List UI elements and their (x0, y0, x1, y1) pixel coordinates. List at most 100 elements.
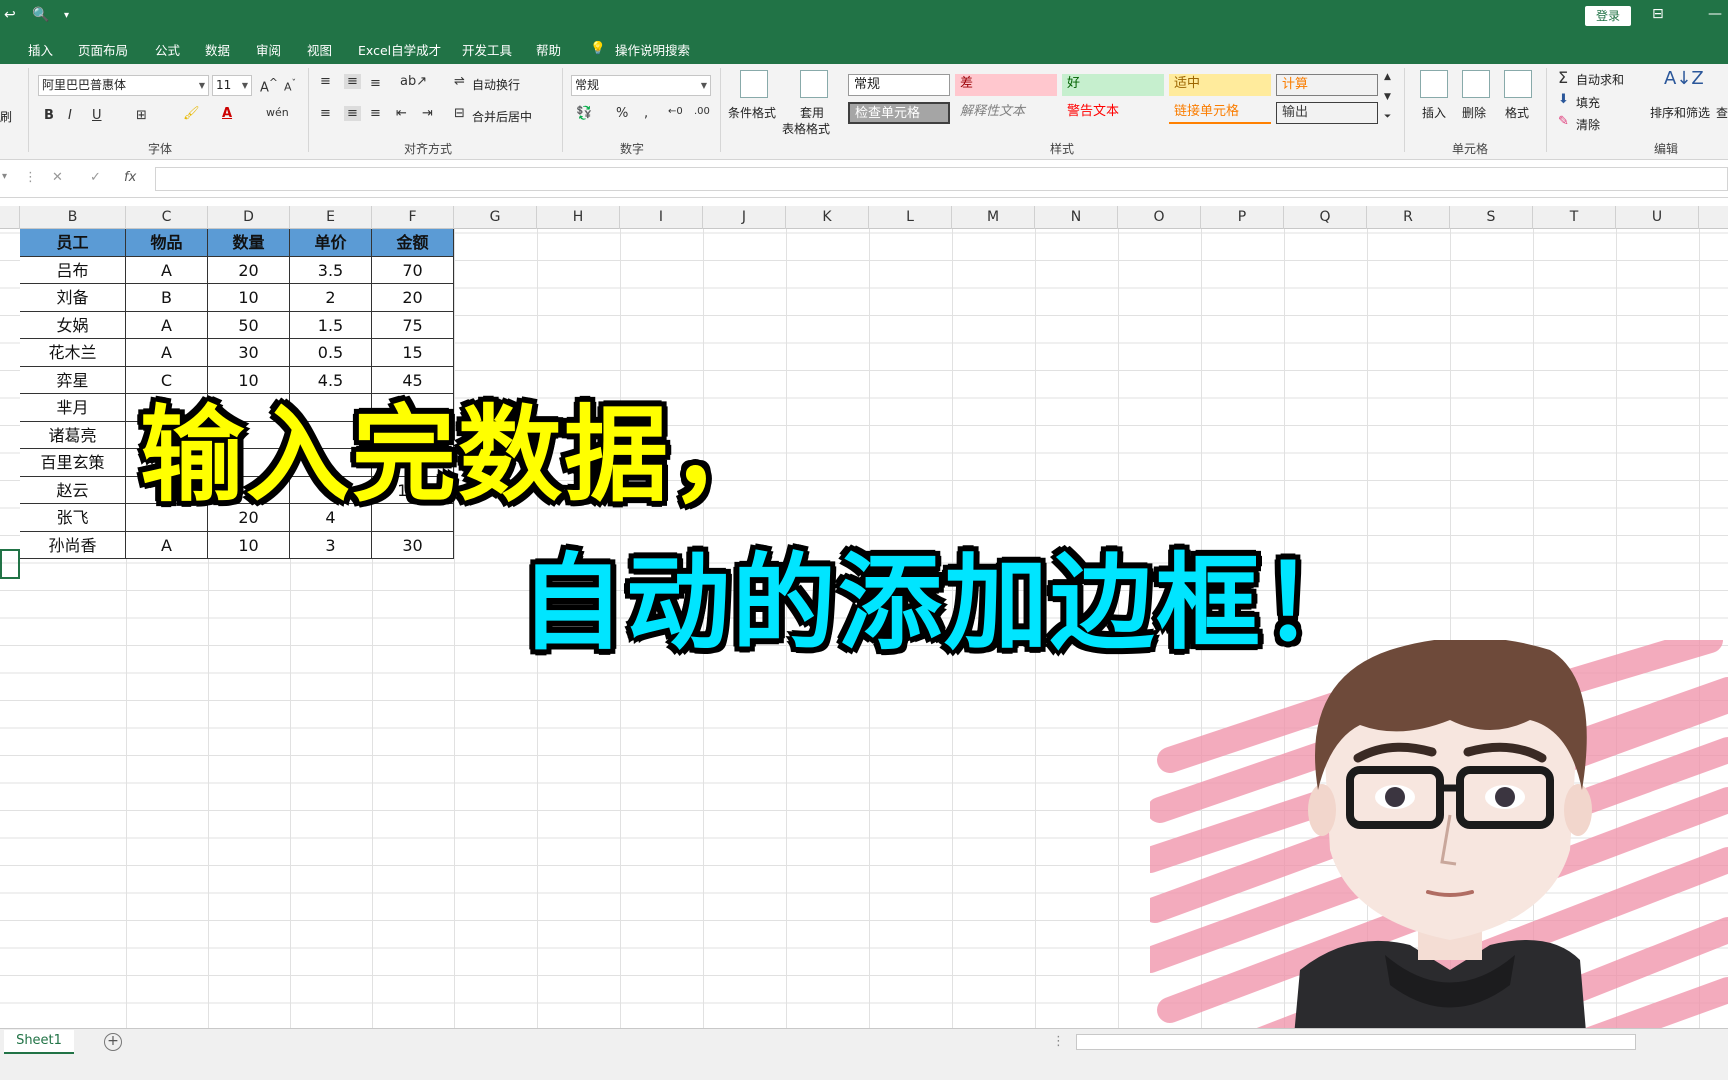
format-painter-label-partial[interactable]: 刷 (0, 108, 12, 125)
wrap-text-button[interactable]: 自动换行 (472, 76, 520, 93)
decrease-font-icon[interactable]: Aˇ (284, 78, 296, 94)
tab-developer[interactable]: 开发工具 (462, 40, 512, 59)
formula-input[interactable] (155, 167, 1728, 191)
column-header[interactable]: T (1533, 206, 1616, 229)
table-header-cell[interactable]: 金额 (372, 229, 454, 257)
table-cell[interactable]: 3 (290, 531, 372, 559)
fill-button[interactable]: 填充 (1576, 94, 1600, 111)
eraser-icon[interactable]: ✎ (1558, 114, 1569, 129)
table-cell[interactable]: 赵云 (20, 476, 126, 504)
align-top-icon[interactable]: ≡ (320, 74, 331, 89)
align-right-icon[interactable]: ≡ (370, 106, 381, 121)
sort-filter-icon[interactable]: A↓Z (1664, 68, 1704, 89)
minimize-icon[interactable]: — (1708, 6, 1722, 22)
align-center-icon[interactable]: ≡ (344, 106, 361, 121)
autosum-button[interactable]: 自动求和 (1576, 71, 1624, 88)
merge-icon[interactable]: ⊟ (454, 106, 465, 121)
column-header[interactable]: S (1450, 206, 1533, 229)
table-cell[interactable]: 10 (208, 284, 290, 312)
table-cell[interactable]: 刘备 (20, 284, 126, 312)
table-cell[interactable]: 1.5 (290, 311, 372, 339)
tab-insert[interactable]: 插入 (28, 40, 53, 59)
tab-view[interactable]: 视图 (307, 40, 332, 59)
format-cells-button[interactable]: 格式 (1505, 104, 1529, 121)
styles-scroll-up-icon[interactable]: ▲ (1384, 72, 1391, 82)
column-header[interactable]: P (1201, 206, 1284, 229)
border-icon[interactable]: ⊞ (136, 108, 147, 123)
column-header[interactable]: B (20, 206, 126, 229)
enter-icon[interactable]: ✓ (90, 170, 101, 185)
column-header[interactable]: D (208, 206, 290, 229)
resize-handle-icon[interactable]: ⋮ (24, 170, 37, 185)
column-header[interactable]: C (126, 206, 208, 229)
increase-decimal-icon[interactable]: ←0 (668, 106, 683, 117)
table-cell[interactable]: 20 (372, 284, 454, 312)
undo-icon[interactable]: ↩ (4, 7, 16, 23)
table-cell[interactable]: A (126, 311, 208, 339)
conditional-format-button[interactable]: 条件格式 (728, 104, 776, 121)
column-header-a-partial[interactable] (0, 206, 20, 229)
table-cell[interactable]: 张飞 (20, 504, 126, 532)
column-header[interactable]: G (454, 206, 537, 229)
add-sheet-button[interactable]: + (104, 1033, 122, 1051)
table-cell[interactable]: 孙尚香 (20, 531, 126, 559)
increase-indent-icon[interactable]: ⇥ (422, 106, 433, 121)
table-cell[interactable]: 弈星 (20, 366, 126, 394)
italic-icon[interactable]: I (68, 108, 72, 123)
table-cell[interactable]: 70 (372, 256, 454, 284)
table-cell[interactable]: A (126, 256, 208, 284)
comma-icon[interactable]: , (644, 106, 648, 121)
font-color-icon[interactable]: A (222, 106, 232, 121)
phonetic-icon[interactable]: wén (266, 106, 289, 119)
column-header[interactable]: Q (1284, 206, 1367, 229)
number-format-select[interactable]: 常规 ▼ (571, 75, 711, 96)
tab-review[interactable]: 审阅 (256, 40, 281, 59)
column-header[interactable]: E (290, 206, 372, 229)
style-output[interactable]: 输出 (1276, 102, 1378, 124)
sheet-tab[interactable]: Sheet1 (4, 1030, 74, 1054)
percent-icon[interactable]: % (616, 106, 628, 121)
table-cell[interactable]: 30 (372, 531, 454, 559)
table-cell[interactable]: 女娲 (20, 311, 126, 339)
table-cell[interactable]: 2 (290, 284, 372, 312)
table-header-cell[interactable]: 单价 (290, 229, 372, 257)
merge-center-button[interactable]: 合并后居中 (472, 108, 532, 125)
table-cell[interactable]: 0.5 (290, 339, 372, 367)
decrease-indent-icon[interactable]: ⇤ (396, 106, 407, 121)
insert-cells-button[interactable]: 插入 (1422, 104, 1446, 121)
font-name-select[interactable]: 阿里巴巴普惠体 ▼ (38, 75, 209, 96)
styles-more-icon[interactable]: ⏷ (1384, 112, 1391, 122)
wrap-text-icon[interactable]: ⇌ (454, 74, 465, 89)
autosum-icon[interactable]: Σ (1558, 68, 1568, 87)
align-middle-icon[interactable]: ≡ (344, 74, 361, 89)
insert-function-icon[interactable]: fx (124, 170, 136, 185)
insert-cells-icon[interactable] (1420, 70, 1448, 98)
style-explanatory[interactable]: 解释性文本 (955, 102, 1057, 124)
underline-icon[interactable]: U (92, 108, 102, 123)
tab-help[interactable]: 帮助 (536, 40, 561, 59)
table-cell[interactable]: 花木兰 (20, 339, 126, 367)
column-header[interactable]: U (1616, 206, 1699, 229)
style-check-cell[interactable]: 检查单元格 (848, 102, 950, 124)
ribbon-display-icon[interactable]: ⊟ (1652, 6, 1664, 22)
table-cell[interactable]: 15 (372, 339, 454, 367)
tell-me-search[interactable]: 操作说明搜索 (615, 40, 690, 59)
delete-cells-icon[interactable] (1462, 70, 1490, 98)
tab-page-layout[interactable]: 页面布局 (78, 40, 128, 59)
column-header[interactable]: K (786, 206, 869, 229)
tab-formulas[interactable]: 公式 (155, 40, 180, 59)
delete-cells-button[interactable]: 删除 (1462, 104, 1486, 121)
style-neutral[interactable]: 适中 (1169, 74, 1271, 96)
table-format-label-2[interactable]: 表格格式 (782, 120, 830, 137)
table-header-cell[interactable]: 员工 (20, 229, 126, 257)
increase-font-icon[interactable]: A^ (260, 76, 278, 95)
fill-color-icon[interactable]: 🖌 (183, 106, 200, 121)
column-header[interactable]: L (869, 206, 952, 229)
active-cell[interactable] (0, 549, 20, 579)
table-cell[interactable]: B (126, 284, 208, 312)
table-cell[interactable]: 30 (208, 339, 290, 367)
style-calc[interactable]: 计算 (1276, 74, 1378, 96)
column-header[interactable]: I (620, 206, 703, 229)
align-left-icon[interactable]: ≡ (320, 106, 331, 121)
table-cell[interactable]: 芈月 (20, 394, 126, 422)
